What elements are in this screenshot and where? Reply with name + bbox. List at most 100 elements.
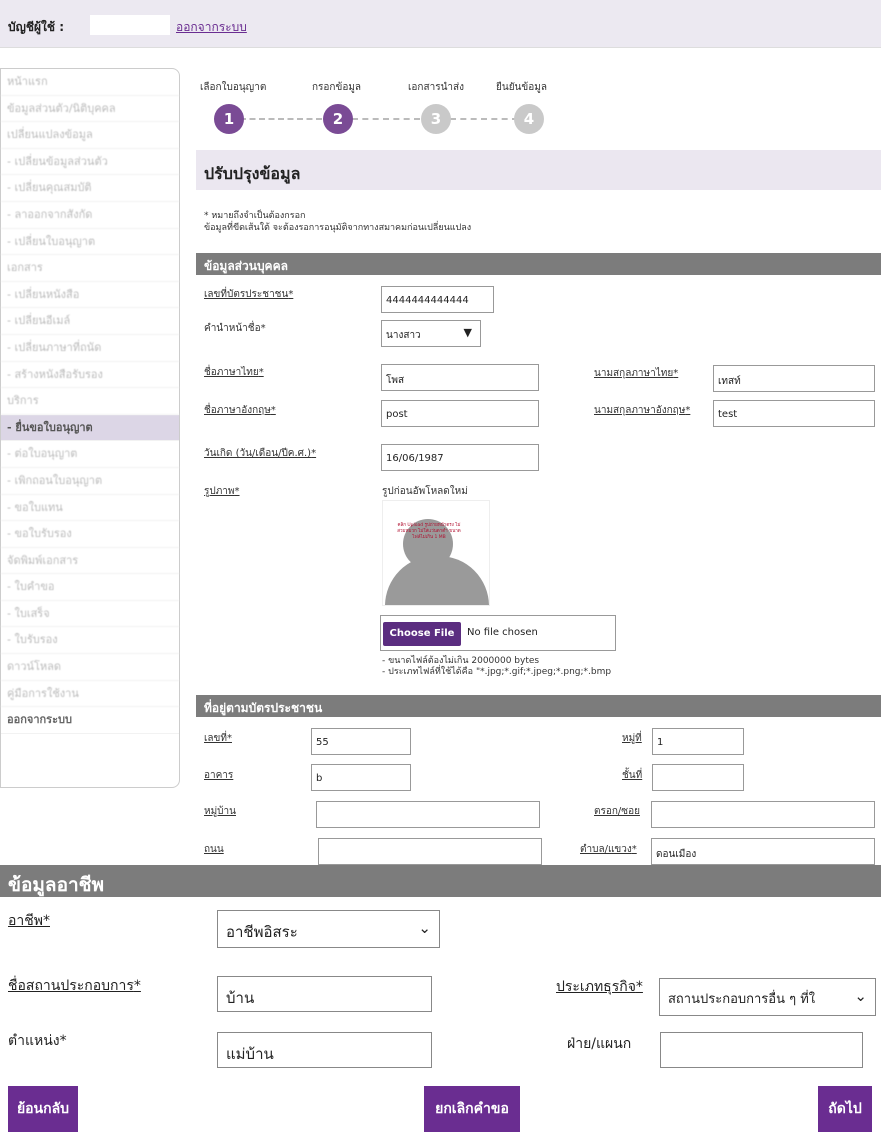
sidebar-item-print-docs[interactable]: จัดพิมพ์เอกสาร [1,548,179,575]
no-file-text: No file chosen [467,627,538,638]
profile-photo-preview: คลิก Upload รูปถ่ายหน้าตรง ไม่สวมหมวก ไม… [382,500,490,606]
file-upload-control[interactable]: Choose File No file chosen [380,615,616,651]
occupation-label: อาชีพ* [8,913,50,929]
required-note: * หมายถึงจำเป็นต้องกรอก [204,211,306,221]
step-1-circle: 1 [214,104,244,134]
step-connector [352,118,420,120]
building-label: อาคาร [204,770,234,781]
sidebar-item-change-language[interactable]: - เปลี่ยนภาษาที่ถนัด [1,335,179,362]
road-label: ถนน [204,844,224,855]
house-no-input[interactable]: 55 [311,728,411,755]
sidebar-item-replacement[interactable]: - ขอใบแทน [1,495,179,522]
step-2-circle: 2 [323,104,353,134]
step-1-label: เลือกใบอนุญาต [200,82,267,93]
position-input[interactable]: แม่บ้าน [217,1032,432,1068]
last-name-en-input[interactable]: test [713,400,875,427]
file-requirements: - ขนาดไฟล์ต้องไม่เกิน 2000000 bytes - ปร… [382,656,611,678]
sidebar: หน้าแรก ข้อมูลส่วนตัว/นิติบุคคล เปลี่ยนแ… [0,68,180,788]
step-3-label: เอกสารนำส่ง [408,82,465,93]
chevron-down-icon: ⌄ [418,919,431,937]
sidebar-item-change-license[interactable]: - เปลี่ยนใบอนุญาต [1,229,179,256]
department-input[interactable] [660,1032,863,1068]
prefix-value: นางสาว [386,330,421,341]
account-label: บัญชีผู้ใช้ : [8,20,64,34]
village-input[interactable] [316,801,540,828]
first-name-th-label: ชื่อภาษาไทย* [204,367,264,378]
first-name-en-input[interactable]: post [381,400,539,427]
sidebar-item-profile[interactable]: ข้อมูลส่วนตัว/นิติบุคคล [1,96,179,123]
occupation-select[interactable]: อาชีพอิสระ ⌄ [217,910,440,948]
sidebar-item-certificate-request[interactable]: - ขอใบรับรอง [1,521,179,548]
sidebar-item-services[interactable]: บริการ [1,388,179,415]
subdistrict-input[interactable]: ดอนเมือง [651,838,875,865]
occupation-section-header: ข้อมูลอาชีพ [0,865,881,897]
next-button[interactable]: ถัดไป [818,1086,872,1132]
sidebar-item-logout[interactable]: ออกจากระบบ [1,707,179,734]
step-2-label: กรอกข้อมูล [312,82,362,93]
workplace-label: ชื่อสถานประกอบการ* [8,978,141,994]
account-name-redacted [90,15,170,35]
sidebar-item-change-qualification[interactable]: - เปลี่ยนคุณสมบัติ [1,175,179,202]
sidebar-item-change-data[interactable]: เปลี่ยนแปลงข้อมูล [1,122,179,149]
first-name-th-input[interactable]: โพส [381,364,539,391]
sidebar-item-documents[interactable]: เอกสาร [1,255,179,282]
sidebar-item-resign[interactable]: - ลาออกจากสังกัด [1,202,179,229]
occupation-value: อาชีพอิสระ [226,923,298,941]
id-label: เลขที่บัตรประชาชน* [204,289,294,300]
photo-upload-instructions: คลิก Upload รูปถ่ายหน้าตรง ไม่สวมหมวก ไม… [397,523,461,540]
sidebar-item-print-receipt[interactable]: - ใบเสร็จ [1,601,179,628]
photo-hint: รูปก่อนอัพโหลดใหม่ [382,486,468,497]
chevron-down-icon: ▼ [463,326,472,339]
sidebar-item-manual[interactable]: คู่มือการใช้งาน [1,681,179,708]
choose-file-button[interactable]: Choose File [383,622,461,646]
step-connector [450,118,518,120]
sidebar-item-revoke-license[interactable]: - เพิกถอนใบอนุญาต [1,468,179,495]
sidebar-item-download[interactable]: ดาวน์โหลด [1,654,179,681]
cancel-request-button[interactable]: ยกเลิกคำขอ [424,1086,520,1132]
back-button[interactable]: ย้อนกลับ [8,1086,78,1132]
form-notes: * หมายถึงจำเป็นต้องกรอก ข้อมูลที่ขีดเส้น… [204,210,471,234]
sidebar-item-change-personal[interactable]: - เปลี่ยนข้อมูลส่วนตัว [1,149,179,176]
subdistrict-label: ตำบล/แขวง* [580,844,637,855]
moo-input[interactable]: 1 [652,728,744,755]
building-input[interactable]: b [311,764,411,791]
village-label: หมู่บ้าน [204,806,236,817]
position-label: ตำแหน่ง* [8,1033,67,1049]
last-name-th-input[interactable]: เทสท์ [713,365,875,392]
personal-section-header: ข้อมูลส่วนบุคคล [196,253,881,275]
soi-label: ตรอก/ซอย [594,806,640,817]
last-name-en-label: นามสกุลภาษาอังกฤษ* [594,405,691,416]
sidebar-item-print-request[interactable]: - ใบคำขอ [1,574,179,601]
prefix-label: คำนำหน้าชื่อ* [204,323,266,334]
sidebar-item-home[interactable]: หน้าแรก [1,69,179,96]
address-section-header: ที่อยู่ตามบัตรประชาชน [196,695,881,717]
approval-note: ข้อมูลที่ขีดเส้นใต้ จะต้องรอการอนุมัติจา… [204,223,472,233]
dob-label: วันเกิด (วัน/เดือน/ปีค.ศ.)* [204,448,317,459]
file-size-note: - ขนาดไฟล์ต้องไม่เกิน 2000000 bytes [382,656,540,666]
floor-input[interactable] [652,764,744,791]
id-number-input[interactable]: 4444444444444 [381,286,494,313]
sidebar-item-create-certificate[interactable]: - สร้างหนังสือรับรอง [1,362,179,389]
file-type-note: - ประเภทไฟล์ที่ใช้ได้คือ "*.jpg;*.gif;*.… [382,667,612,677]
dob-input[interactable]: 16/06/1987 [381,444,539,471]
step-4-label: ยืนยันข้อมูล [496,82,547,93]
business-type-label: ประเภทธุรกิจ* [556,979,643,995]
sidebar-item-print-certificate[interactable]: - ใบรับรอง [1,627,179,655]
sidebar-item-change-email[interactable]: - เปลี่ยนอีเมล์ [1,308,179,335]
workplace-input[interactable]: บ้าน [217,976,432,1012]
logout-link[interactable]: ออกจากระบบ [176,18,247,37]
sidebar-item-apply-license[interactable]: - ยื่นขอใบอนุญาต [1,414,179,442]
last-name-th-label: นามสกุลภาษาไทย* [594,368,679,379]
road-input[interactable] [318,838,542,865]
house-no-label: เลขที่* [204,733,232,744]
step-4-circle: 4 [514,104,544,134]
prefix-select[interactable]: นางสาว ▼ [381,320,481,347]
business-type-select[interactable]: สถานประกอบการอื่น ๆ ที่ใ ⌄ [659,978,876,1016]
soi-input[interactable] [651,801,875,828]
moo-label: หมู่ที่ [622,733,642,744]
page-title: ปรับปรุงข้อมูล [196,150,881,190]
first-name-en-label: ชื่อภาษาอังกฤษ* [204,405,276,416]
business-type-value: สถานประกอบการอื่น ๆ ที่ใ [668,992,816,1007]
sidebar-item-change-letter[interactable]: - เปลี่ยนหนังสือ [1,282,179,309]
sidebar-item-renew-license[interactable]: - ต่อใบอนุญาต [1,441,179,468]
